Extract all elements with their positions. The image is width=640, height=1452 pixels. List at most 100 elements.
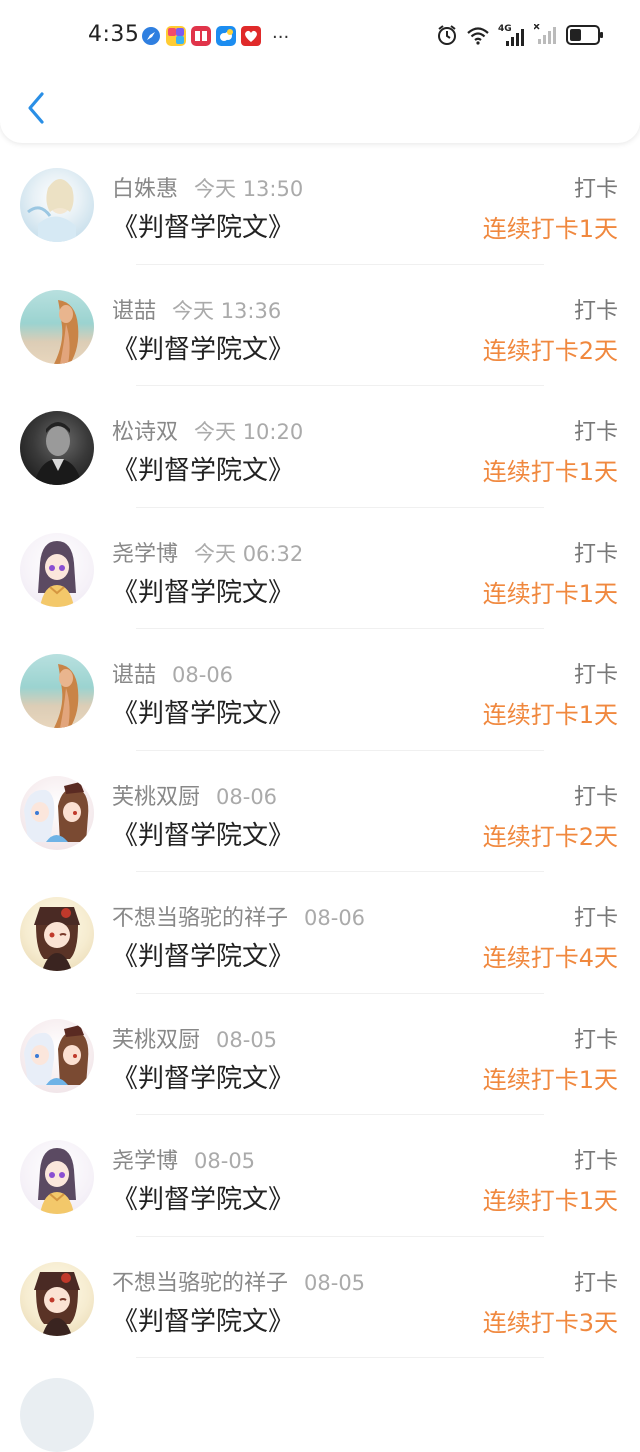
alarm-icon — [436, 24, 458, 50]
user-name-text: 不想当骆驼的祥子 — [112, 1270, 289, 1296]
user-name: 尧学博 08-05 — [112, 1143, 255, 1175]
more-notifications-icon: ··· — [272, 27, 290, 48]
notification-app-icons: ··· — [141, 26, 289, 50]
streak-label: 连续打卡4天 — [482, 944, 618, 972]
list-item[interactable]: 谌喆 今天 13:36 《判督学院文》 打卡 连续打卡2天 — [0, 265, 640, 386]
signal-no-service-icon — [533, 23, 558, 50]
checkin-time: 今天 13:50 — [194, 177, 304, 201]
list-item[interactable]: 谌喆 08-06 《判督学院文》 打卡 连续打卡1天 — [0, 629, 640, 751]
avatar[interactable] — [20, 775, 94, 850]
user-name-text: 松诗双 — [112, 420, 179, 445]
list-item[interactable]: 芙桃双厨 08-05 《判督学院文》 打卡 连续打卡1天 — [0, 994, 640, 1115]
avatar[interactable] — [20, 168, 94, 242]
wifi-icon — [466, 25, 490, 49]
book-title: 《判督学院文》 — [112, 699, 295, 729]
list-item[interactable]: 不想当骆驼的祥子 08-06 《判督学院文》 打卡 连续打卡4天 — [0, 872, 640, 994]
checkin-tag: 打卡 — [573, 1027, 618, 1053]
streak-label: 连续打卡1天 — [482, 701, 618, 729]
user-name-text: 芙桃双厨 — [112, 784, 201, 810]
back-button[interactable] — [18, 88, 54, 132]
checkin-tag: 打卡 — [573, 298, 618, 324]
checkin-time: 08-06 — [172, 663, 234, 687]
user-name-text: 谌喆 — [112, 663, 157, 688]
list-item[interactable]: 尧学博 08-05 《判督学院文》 打卡 连续打卡1天 — [0, 1115, 640, 1237]
avatar[interactable] — [20, 1378, 94, 1452]
streak-label: 连续打卡3天 — [482, 1308, 618, 1337]
avatar[interactable] — [20, 1261, 94, 1336]
book-title: 《判督学院文》 — [112, 1063, 295, 1094]
streak-label: 连续打卡1天 — [482, 215, 618, 243]
checkin-time: 今天 13:36 — [172, 298, 282, 323]
streak-label: 连续打卡1天 — [482, 579, 618, 608]
colorful-app-icon — [166, 26, 186, 50]
cloud-app-icon — [216, 26, 236, 50]
checkin-tag: 打卡 — [573, 663, 618, 688]
list-item[interactable]: 松诗双 今天 10:20 《判督学院文》 打卡 连续打卡1天 — [0, 386, 640, 508]
list-item[interactable]: 芙桃双厨 08-06 《判督学院文》 打卡 连续打卡2天 — [0, 751, 640, 872]
avatar[interactable] — [20, 1018, 94, 1093]
book-title: 《判督学院文》 — [112, 334, 295, 365]
list-item[interactable]: 不想当骆驼的祥子 08-05 《判督学院文》 打卡 连续打卡3天 — [0, 1237, 640, 1358]
checkin-time: 08-05 — [304, 1270, 366, 1295]
system-icons: 4G — [436, 23, 604, 50]
list-item[interactable]: 尧学博 今天 06:32 《判督学院文》 打卡 连续打卡1天 — [0, 508, 640, 629]
checkin-tag: 打卡 — [573, 541, 618, 567]
streak-label: 连续打卡1天 — [482, 458, 618, 486]
user-name: 谌喆 08-06 — [112, 657, 233, 689]
checkin-tag: 打卡 — [573, 906, 618, 931]
book-title: 《判督学院文》 — [112, 942, 295, 972]
streak-label: 连续打卡1天 — [482, 1065, 618, 1094]
user-name: 芙桃双厨 08-06 — [112, 779, 277, 811]
checkin-time: 08-05 — [194, 1149, 256, 1173]
user-name-text: 谌喆 — [112, 298, 157, 324]
checkin-tag: 打卡 — [573, 1149, 618, 1174]
book-title: 《判督学院文》 — [112, 456, 295, 486]
header-card: 4:35 ··· 4G — [0, 0, 640, 143]
checkin-list: 白姝惠 今天 13:50 《判督学院文》 打卡 连续打卡1天 谌喆 今天 13:36… — [0, 143, 640, 1358]
streak-label: 连续打卡2天 — [482, 336, 618, 365]
user-name: 不想当骆驼的祥子 08-06 — [112, 900, 365, 932]
status-time: 4:35 — [88, 22, 140, 47]
avatar[interactable] — [20, 411, 94, 485]
book-app-icon — [191, 26, 211, 50]
avatar[interactable] — [20, 289, 94, 364]
avatar[interactable] — [20, 654, 94, 728]
book-title: 《判督学院文》 — [112, 1185, 295, 1215]
divider — [136, 1357, 544, 1358]
checkin-tag: 打卡 — [573, 420, 618, 445]
heart-app-icon — [241, 26, 261, 50]
streak-label: 连续打卡1天 — [482, 1187, 618, 1215]
battery-icon — [566, 24, 604, 50]
chevron-left-icon — [25, 91, 47, 129]
checkin-time: 今天 10:20 — [194, 420, 304, 444]
avatar[interactable] — [20, 897, 94, 971]
signal-4g-icon: 4G — [498, 24, 526, 48]
checkin-tag: 打卡 — [573, 784, 618, 810]
user-name-text: 不想当骆驼的祥子 — [112, 906, 289, 931]
user-name: 芙桃双厨 08-05 — [112, 1022, 277, 1054]
user-name: 松诗双 今天 10:20 — [112, 414, 303, 446]
avatar[interactable] — [20, 1140, 94, 1214]
user-name: 尧学博 今天 06:32 — [112, 536, 303, 568]
book-title: 《判督学院文》 — [112, 1306, 295, 1337]
user-name-text: 尧学博 — [112, 1149, 179, 1174]
checkin-time: 08-06 — [216, 784, 278, 809]
checkin-time: 08-05 — [216, 1027, 278, 1052]
user-name: 白姝惠 今天 13:50 — [112, 171, 303, 203]
book-title: 《判督学院文》 — [112, 577, 295, 608]
checkin-tag: 打卡 — [573, 1270, 618, 1296]
checkin-time: 今天 06:32 — [194, 541, 304, 566]
checkin-tag: 打卡 — [573, 177, 618, 202]
user-name-text: 白姝惠 — [112, 177, 179, 202]
avatar[interactable] — [20, 532, 94, 607]
user-name: 谌喆 今天 13:36 — [112, 293, 281, 325]
list-item[interactable]: 白姝惠 今天 13:50 《判督学院文》 打卡 连续打卡1天 — [0, 143, 640, 265]
status-bar: 4:35 ··· 4G — [0, 0, 640, 76]
compass-app-icon — [141, 26, 161, 50]
user-name: 不想当骆驼的祥子 08-05 — [112, 1265, 365, 1297]
book-title: 《判督学院文》 — [112, 820, 295, 851]
book-title: 《判督学院文》 — [112, 213, 295, 243]
checkin-time: 08-06 — [304, 906, 366, 930]
streak-label: 连续打卡2天 — [482, 822, 618, 851]
user-name-text: 尧学博 — [112, 541, 179, 567]
